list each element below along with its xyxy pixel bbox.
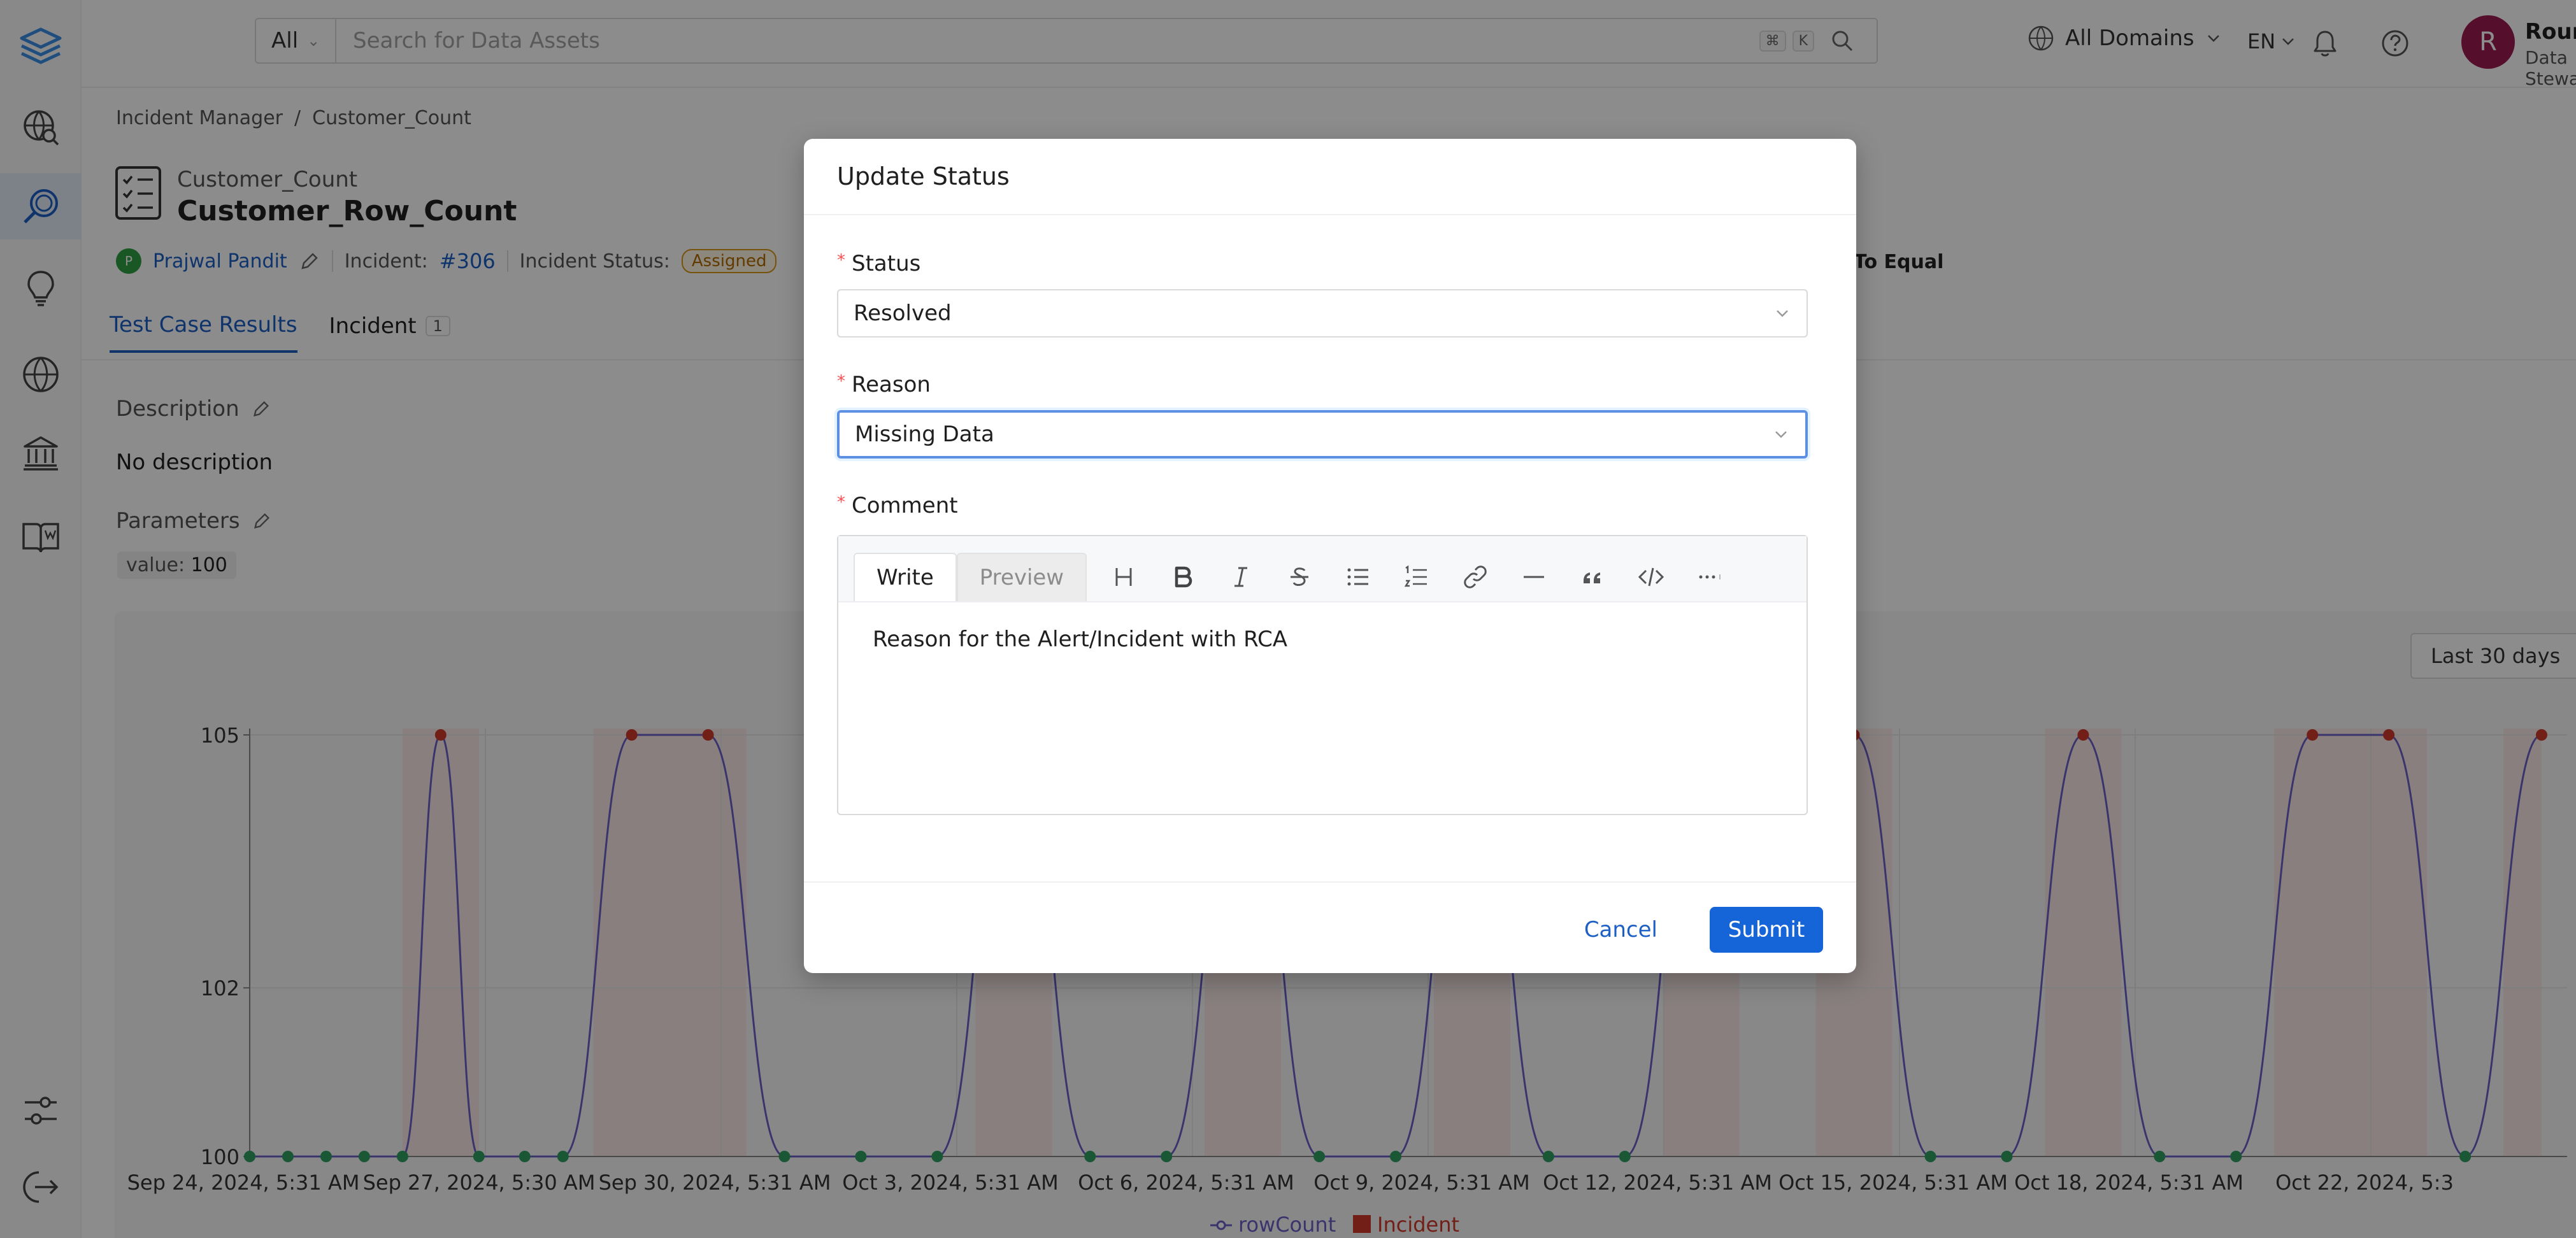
modal-title: Update Status	[804, 139, 1856, 215]
reason-label-text: Reason	[852, 372, 931, 397]
reason-field-label: * Reason	[837, 372, 931, 397]
chevron-down-icon	[1777, 310, 1788, 317]
cancel-button[interactable]: Cancel	[1571, 907, 1670, 953]
numbered-list-icon[interactable]	[1387, 553, 1446, 601]
preview-tab[interactable]: Preview	[956, 553, 1087, 601]
quote-icon[interactable]	[1563, 553, 1622, 601]
horizontal-rule-icon[interactable]	[1505, 553, 1563, 601]
italic-icon[interactable]	[1212, 553, 1270, 601]
comment-field-label: * Comment	[837, 493, 958, 518]
comment-editor: Write Preview Reason for the Alert/Incid…	[837, 535, 1808, 815]
update-status-modal: Update Status * Status Resolved * Reason…	[804, 139, 1856, 973]
more-options-icon[interactable]	[1680, 553, 1739, 601]
format-buttons	[1094, 553, 1739, 601]
status-select-value: Resolved	[854, 301, 952, 326]
status-label-text: Status	[852, 251, 921, 276]
status-field-label: * Status	[837, 251, 920, 276]
required-marker: *	[837, 493, 845, 512]
comment-textarea[interactable]: Reason for the Alert/Incident with RCA	[873, 627, 1287, 652]
strikethrough-icon[interactable]	[1270, 553, 1329, 601]
submit-button[interactable]: Submit	[1710, 907, 1823, 953]
required-marker: *	[837, 251, 845, 270]
write-tab[interactable]: Write	[854, 553, 957, 601]
bulleted-list-icon[interactable]	[1329, 553, 1387, 601]
reason-select-value: Missing Data	[855, 422, 994, 447]
reason-select[interactable]: Missing Data	[837, 410, 1808, 459]
bold-icon[interactable]	[1153, 553, 1212, 601]
chevron-down-icon	[1775, 431, 1787, 438]
comment-label-text: Comment	[852, 493, 958, 518]
heading-icon[interactable]	[1094, 553, 1153, 601]
editor-toolbar: Write Preview	[838, 536, 1807, 602]
status-select[interactable]: Resolved	[837, 289, 1808, 338]
code-icon[interactable]	[1622, 553, 1680, 601]
modal-footer: Cancel Submit	[804, 881, 1856, 973]
link-icon[interactable]	[1446, 553, 1505, 601]
required-marker: *	[837, 372, 845, 391]
